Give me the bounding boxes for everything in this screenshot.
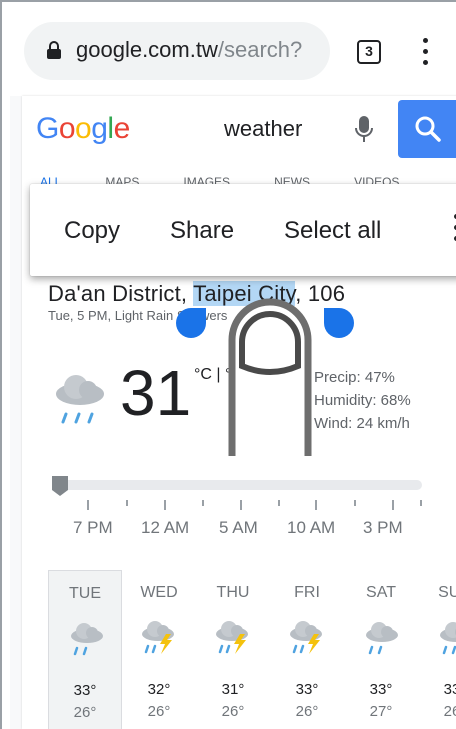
- thunderstorm-icon: [290, 621, 322, 654]
- day-name: WED: [140, 584, 178, 601]
- slider-tick: [126, 500, 128, 506]
- forecast-day-fri[interactable]: FRI 33° 26°: [270, 570, 344, 729]
- day-low: 26°: [147, 703, 171, 720]
- top-border: [2, 0, 456, 2]
- thunderstorm-icon: [142, 621, 174, 654]
- day-name: SAT: [366, 584, 396, 601]
- forecast-day-sun[interactable]: SUN 33° 26°: [418, 570, 456, 729]
- screen: google.com.tw/search? 3 Google weather A…: [0, 0, 456, 729]
- day-high: 31°: [221, 681, 245, 698]
- slider-tick: [240, 500, 242, 510]
- forecast-day-wed[interactable]: WED 32° 26°: [122, 570, 196, 729]
- time-slider-thumb[interactable]: [50, 474, 70, 498]
- slider-tick: [315, 500, 317, 510]
- time-slider-track[interactable]: [52, 480, 422, 490]
- rain-cloud-icon: [366, 622, 398, 655]
- day-low: 26°: [295, 703, 319, 720]
- day-low: 26°: [443, 703, 456, 720]
- time-label: 12 AM: [141, 518, 190, 537]
- time-label: 10 AM: [287, 518, 336, 537]
- share-button[interactable]: Share: [170, 217, 234, 245]
- day-name: THU: [216, 584, 250, 601]
- day-high: 33°: [369, 681, 393, 698]
- search-button[interactable]: [398, 100, 456, 158]
- day-low: 26°: [73, 704, 97, 721]
- time-label: 7 PM: [73, 518, 113, 537]
- weather-stats: Precip: 47% Humidity: 68% Wind: 24 km/h: [314, 366, 411, 435]
- rain-cloud-icon: [71, 623, 103, 656]
- forecast-day-thu[interactable]: THU 31° 26°: [196, 570, 270, 729]
- slider-tick: [392, 500, 394, 510]
- slider-tick: [164, 500, 166, 510]
- slider-tick: [202, 500, 204, 506]
- rain-cloud-icon: [440, 622, 456, 655]
- slider-tick: [420, 500, 422, 506]
- tab-switcher-button[interactable]: 3: [357, 40, 381, 64]
- text-selection-menu: Copy Share Select all: [30, 184, 456, 276]
- search-icon: [415, 116, 441, 142]
- url-host: google.com.tw: [76, 37, 218, 62]
- forecast-day-sat[interactable]: SAT 33° 27°: [344, 570, 418, 729]
- day-low: 27°: [369, 703, 393, 720]
- humidity-value: Humidity: 68%: [314, 392, 411, 409]
- wind-value: Wind: 24 km/h: [314, 415, 410, 432]
- google-logo[interactable]: Google: [36, 112, 130, 146]
- day-name: FRI: [294, 584, 320, 601]
- url-path: /search?: [217, 37, 303, 62]
- day-high: 32°: [147, 681, 171, 698]
- forecast-day-tue[interactable]: TUE 33° 26°: [48, 570, 122, 729]
- lock-icon: [47, 41, 61, 59]
- day-high: 33°: [443, 681, 456, 698]
- finger-touch-icon: [228, 298, 312, 456]
- browser-menu-icon[interactable]: [423, 38, 429, 66]
- address-bar[interactable]: google.com.tw/search?: [24, 22, 330, 80]
- url-text: google.com.tw/search?: [76, 37, 302, 63]
- microphone-icon[interactable]: [354, 114, 374, 144]
- search-query[interactable]: weather: [224, 116, 302, 142]
- location-prefix: Da'an District,: [48, 281, 194, 306]
- slider-tick: [87, 500, 89, 510]
- rain-cloud-icon: [56, 375, 104, 424]
- day-name: SUN: [438, 584, 456, 601]
- day-name: TUE: [69, 585, 101, 602]
- slider-tick: [278, 500, 280, 506]
- current-temperature: 31: [120, 357, 192, 429]
- time-label: 3 PM: [363, 518, 403, 537]
- day-low: 26°: [221, 703, 245, 720]
- slider-tick: [354, 500, 356, 506]
- day-high: 33°: [73, 682, 97, 699]
- time-label: 5 AM: [219, 518, 258, 537]
- selection-handle-end[interactable]: [324, 308, 354, 338]
- selection-handle-start[interactable]: [176, 308, 206, 338]
- precip-value: Precip: 47%: [314, 369, 395, 386]
- day-high: 33°: [295, 681, 319, 698]
- thunderstorm-icon: [216, 621, 248, 654]
- copy-button[interactable]: Copy: [64, 217, 120, 245]
- select-all-button[interactable]: Select all: [284, 217, 381, 245]
